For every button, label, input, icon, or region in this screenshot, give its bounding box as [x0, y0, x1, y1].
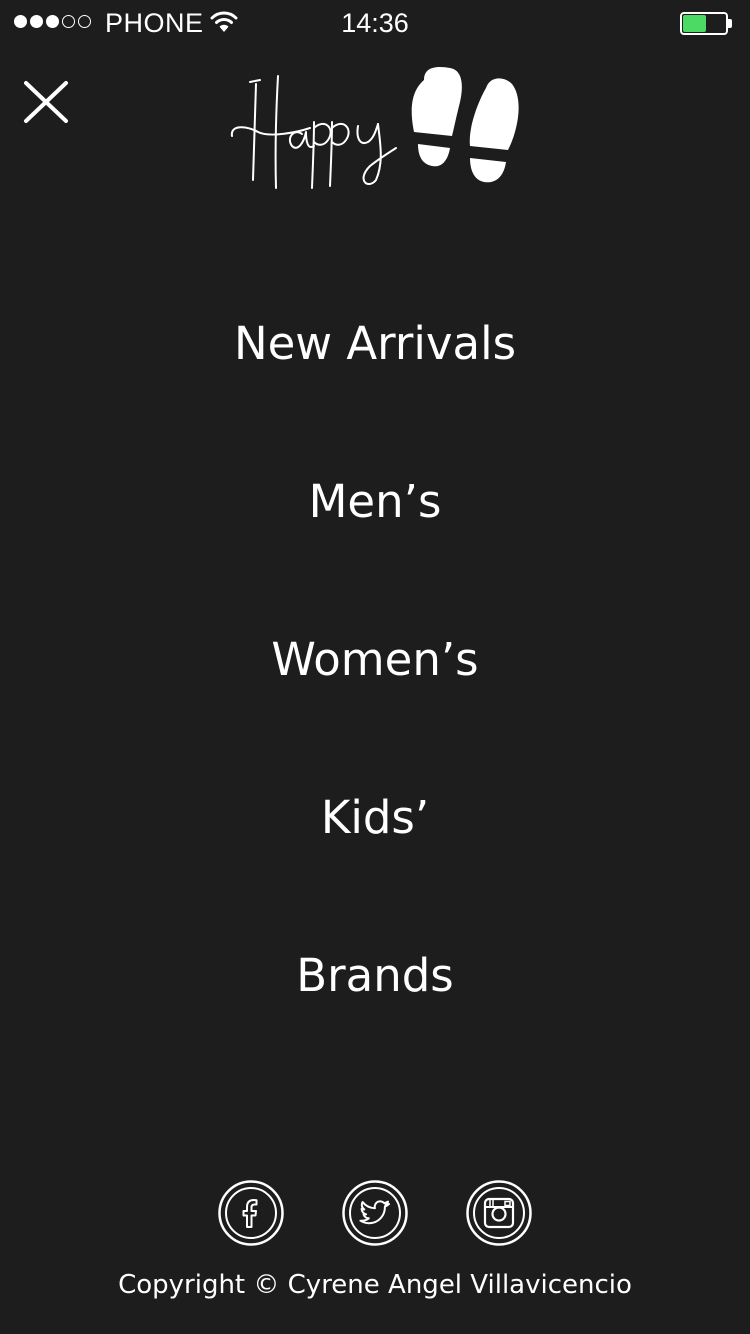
menu-item: Brands: [0, 932, 750, 1090]
app-logo: [230, 67, 519, 189]
battery-cap: [728, 19, 732, 28]
menu-item-kids[interactable]: Kids’: [321, 774, 429, 862]
copyright-text: Copyright © Cyrene Angel Villavicencio: [118, 1270, 632, 1300]
instagram-icon: [466, 1180, 532, 1246]
facebook-button[interactable]: [218, 1180, 284, 1246]
close-icon: [24, 81, 68, 123]
twitter-icon: [342, 1180, 408, 1246]
menu-item: Kids’: [0, 774, 750, 932]
logo-lettering: [230, 75, 397, 189]
battery-level: [683, 15, 706, 32]
menu-item-new-arrivals[interactable]: New Arrivals: [234, 300, 516, 388]
battery-icon: [680, 12, 732, 35]
menu-item: Women’s: [0, 616, 750, 774]
clock: 14:36: [341, 8, 409, 38]
social-links: [0, 1180, 750, 1246]
close-button[interactable]: [22, 80, 70, 124]
main-menu: New Arrivals Men’s Women’s Kids’ Brands: [0, 300, 750, 1090]
twitter-button[interactable]: [342, 1180, 408, 1246]
facebook-icon: [218, 1180, 284, 1246]
instagram-button[interactable]: [466, 1180, 532, 1246]
menu-item-womens[interactable]: Women’s: [271, 616, 478, 704]
menu-item-brands[interactable]: Brands: [296, 932, 453, 1020]
footprints-icon: [411, 67, 519, 183]
status-bar: PHONE 14:36: [0, 0, 750, 48]
menu-item: Men’s: [0, 458, 750, 616]
menu-item: New Arrivals: [0, 300, 750, 458]
menu-item-mens[interactable]: Men’s: [309, 458, 442, 546]
